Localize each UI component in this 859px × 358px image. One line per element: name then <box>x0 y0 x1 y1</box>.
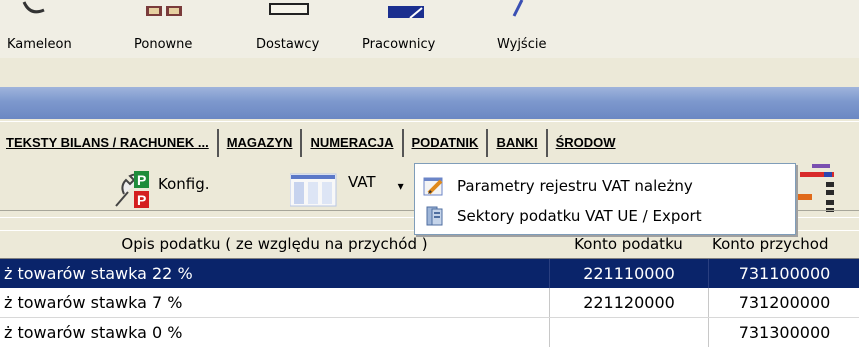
launcher-pracownicy[interactable]: Pracownicy <box>362 37 435 57</box>
repeat-docs-icon <box>146 0 186 18</box>
bar-chart-icon[interactable] <box>798 164 838 212</box>
chameleon-icon <box>20 0 50 18</box>
vat-label: VAT <box>348 173 376 191</box>
tax-grid: Opis podatku ( ze względu na przychód ) … <box>0 230 859 358</box>
tab-magazyn[interactable]: MAGAZYN <box>219 128 303 157</box>
konfig-button[interactable]: P P Konfig. <box>112 170 210 210</box>
register-icon <box>289 172 338 208</box>
svg-text:P: P <box>137 172 146 188</box>
employees-icon <box>388 0 428 19</box>
cell-konto-podatku: 221110000 <box>549 259 708 288</box>
launcher-kameleon[interactable]: Kameleon <box>7 37 72 57</box>
table-row[interactable]: ż towarów stawka 22 % 221110000 73110000… <box>0 259 859 288</box>
table-row[interactable]: ż towarów stawka 0 % 731300000 <box>0 318 859 347</box>
server-icon <box>423 205 445 227</box>
menu-item-label: Sektory podatku VAT UE / Export <box>457 207 702 225</box>
tab-srodowisko[interactable]: ŚRODOW <box>548 129 624 157</box>
launcher-dostawcy[interactable]: Dostawcy <box>256 37 319 57</box>
pencil-icon <box>423 175 445 197</box>
menu-item-parametry-vat[interactable]: Parametry rejestru VAT należny <box>415 171 795 201</box>
exit-icon <box>508 0 528 18</box>
menu-item-sektory-vat[interactable]: Sektory podatku VAT UE / Export <box>415 201 795 231</box>
launcher-wyjscie[interactable]: Wyjście <box>497 37 546 57</box>
wrench-pp-icon: P P <box>112 170 152 210</box>
cell-konto-podatku: 221120000 <box>549 288 708 317</box>
tab-podatnik[interactable]: PODATNIK <box>404 128 489 157</box>
tab-teksty[interactable]: TEKSTY BILANS / RACHUNEK ... <box>0 128 219 157</box>
svg-text:P: P <box>137 192 146 208</box>
tab-strip: TEKSTY BILANS / RACHUNEK ... MAGAZYN NUM… <box>0 121 859 164</box>
table-row[interactable]: ż towarów stawka 7 % 221120000 731200000 <box>0 288 859 318</box>
tab-banki[interactable]: BANKI <box>488 128 548 157</box>
tab-numeracja[interactable]: NUMERACJA <box>302 128 404 157</box>
suppliers-icon <box>268 0 312 18</box>
dropdown-arrow-icon[interactable]: ▾ <box>398 179 404 193</box>
cell-konto-podatku <box>549 318 708 347</box>
vat-button[interactable]: VAT ▾ <box>289 170 404 210</box>
cell-konto-przychodu: 731100000 <box>708 259 859 288</box>
cell-konto-przychodu: 731200000 <box>708 288 859 317</box>
menu-item-label: Parametry rejestru VAT należny <box>457 177 693 195</box>
konfig-label: Konfig. <box>158 175 210 193</box>
cell-opis: ż towarów stawka 7 % <box>4 293 183 312</box>
vat-dropdown-menu: Parametry rejestru VAT należny Sektory p… <box>414 163 796 235</box>
launcher-toolbar: Kameleon Ponowne Dostawcy Pracownicy Wyj… <box>0 0 859 58</box>
cell-opis: ż towarów stawka 22 % <box>4 264 193 283</box>
cell-opis: ż towarów stawka 0 % <box>4 323 183 342</box>
cell-konto-przychodu: 731300000 <box>708 318 859 347</box>
window-titlebar <box>0 87 859 119</box>
separator-band <box>0 58 859 87</box>
launcher-ponowne[interactable]: Ponowne <box>134 37 192 57</box>
